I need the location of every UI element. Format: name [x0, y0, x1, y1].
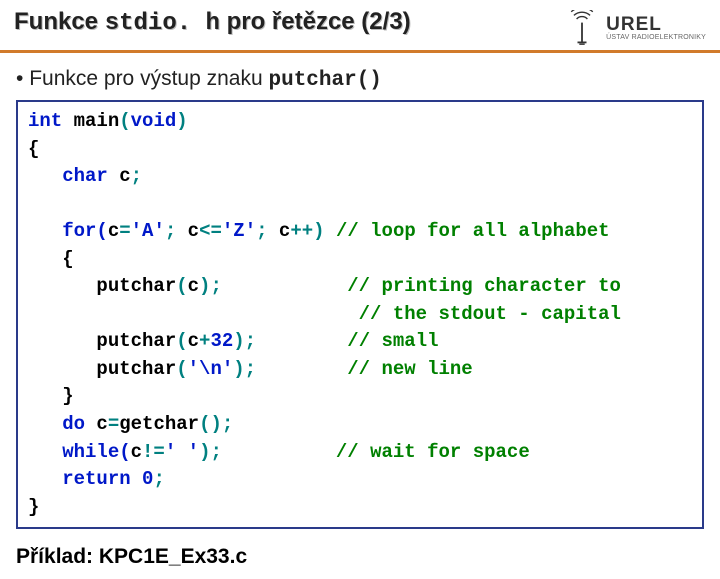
fn-putchar: putchar — [28, 275, 176, 297]
op: ++) — [290, 220, 336, 242]
logo: UREL ÚSTAV RADIOELEKTRONIKY — [564, 10, 706, 46]
num: 0 — [131, 468, 154, 490]
brace: { — [28, 248, 74, 270]
brace: { — [28, 138, 39, 160]
lit: 'Z' — [222, 220, 256, 242]
example-label: Příklad: KPC1E_Ex33.c — [0, 535, 720, 579]
bullet-mono: putchar() — [268, 69, 381, 92]
p: ); — [233, 358, 347, 380]
v: c — [188, 330, 199, 352]
bullet-line: • Funkce pro výstup znaku putchar() — [16, 67, 704, 92]
v: c — [131, 441, 142, 463]
semi: ; — [256, 220, 279, 242]
antenna-icon — [564, 10, 600, 46]
comment: // the stdout - capital — [359, 303, 621, 325]
title-prefix: Funkce — [14, 8, 105, 35]
content-area: • Funkce pro výstup znaku putchar() int … — [0, 53, 720, 535]
op: <= — [199, 220, 222, 242]
var-c: c — [108, 165, 131, 187]
p: ) — [176, 110, 187, 132]
v: c — [188, 220, 199, 242]
lit: 'A' — [131, 220, 165, 242]
fn-putchar: putchar — [28, 330, 176, 352]
kw-int: int — [28, 110, 62, 132]
slide-header: Funkce stdio. h pro řetězce (2/3) UREL Ú… — [0, 0, 720, 53]
semi: ; — [165, 220, 188, 242]
p: ); — [199, 275, 347, 297]
p: ( — [176, 330, 187, 352]
sp — [28, 303, 359, 325]
semi: ; — [153, 468, 164, 490]
p: ( — [176, 275, 187, 297]
kw-do: do — [28, 413, 96, 435]
comment: // wait for space — [336, 441, 530, 463]
fn-putchar: putchar — [28, 358, 176, 380]
title-mono: stdio. h — [105, 10, 220, 37]
kw-void: void — [131, 110, 177, 132]
p: ( — [176, 358, 187, 380]
logo-sub: ÚSTAV RADIOELEKTRONIKY — [606, 34, 706, 41]
kw-while: while( — [28, 441, 131, 463]
op: != — [142, 441, 165, 463]
p: ( — [119, 110, 130, 132]
comment: // printing character to — [347, 275, 621, 297]
kw-char: char — [28, 165, 108, 187]
p: ); — [199, 441, 336, 463]
logo-main: UREL — [606, 15, 706, 34]
comment: // new line — [347, 358, 472, 380]
semi: ; — [131, 165, 142, 187]
fn-main: main — [62, 110, 119, 132]
fn-getchar: getchar — [119, 413, 199, 435]
logo-text: UREL ÚSTAV RADIOELEKTRONIKY — [606, 15, 706, 41]
title-suffix: pro řetězce (2/3) — [220, 8, 411, 35]
op: = — [108, 413, 119, 435]
v: c — [108, 220, 119, 242]
slide-title: Funkce stdio. h pro řetězce (2/3) — [14, 8, 411, 37]
num: 32 — [210, 330, 233, 352]
code-box: int main(void) { char c; for(c='A'; c<='… — [16, 100, 704, 529]
lit: '\n' — [188, 358, 234, 380]
kw-return: return — [28, 468, 131, 490]
op: + — [199, 330, 210, 352]
comment: // loop for all alphabet — [336, 220, 610, 242]
op: = — [119, 220, 130, 242]
p: ); — [233, 330, 347, 352]
kw-for: for( — [28, 220, 108, 242]
brace: } — [28, 496, 39, 518]
p: (); — [199, 413, 233, 435]
v: c — [279, 220, 290, 242]
lit: ' ' — [165, 441, 199, 463]
bullet-dot: • — [16, 67, 29, 90]
bullet-text: Funkce pro výstup znaku — [29, 67, 268, 90]
brace: } — [28, 385, 74, 407]
v: c — [188, 275, 199, 297]
v: c — [96, 413, 107, 435]
comment: // small — [347, 330, 438, 352]
